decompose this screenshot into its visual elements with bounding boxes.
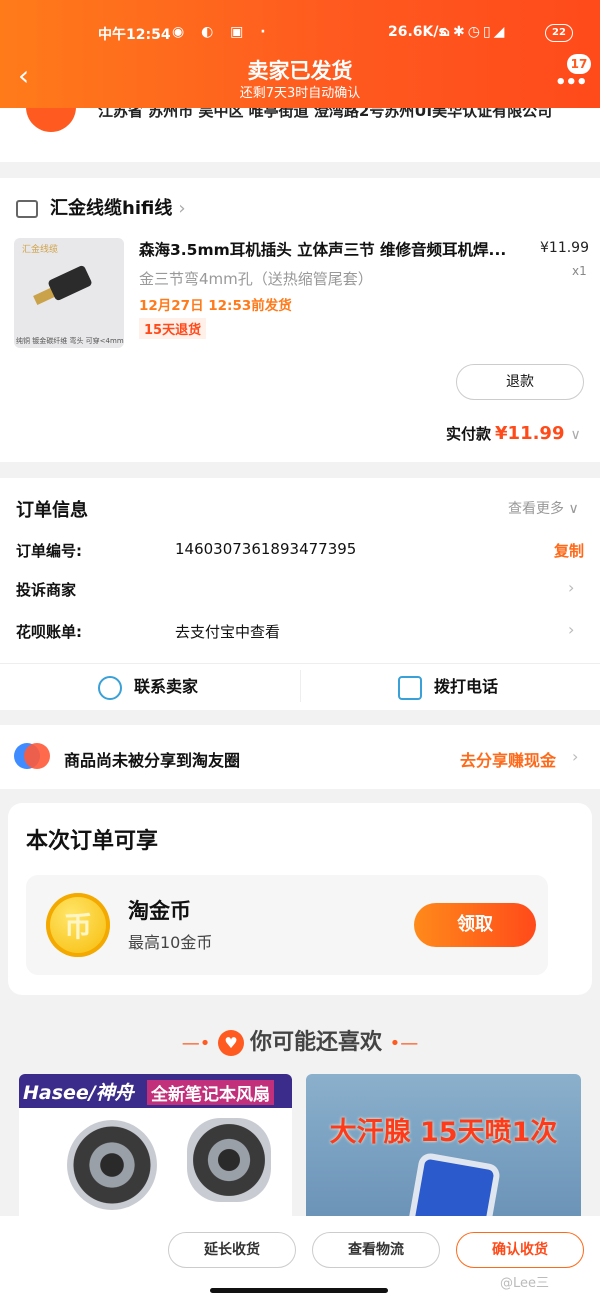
- view-more-button[interactable]: 查看更多 ∨: [508, 498, 579, 518]
- benefit-title: 本次订单可享: [26, 829, 159, 854]
- gold-coin-icon: 币: [46, 893, 110, 957]
- return-policy-tag: 15天退货: [139, 318, 207, 339]
- battery-icon: 22: [545, 24, 573, 42]
- chevron-down-icon: ∨: [570, 427, 581, 443]
- taoyouquan-icon: [14, 741, 50, 771]
- page-title: 卖家已发货: [247, 59, 353, 83]
- reward-name: 淘金币: [128, 899, 191, 923]
- product-quantity: x1: [572, 264, 587, 278]
- watermark: @Lee三: [500, 1276, 550, 1291]
- share-status: 商品尚未被分享到淘友圈: [64, 751, 241, 770]
- order-header: 中午12:54 ◉ ◐ ▣ · 26.6K/s ⌂✱◷▯◢ 22 ‹ 卖家已发货…: [0, 0, 600, 108]
- order-number: 1460307361893477395: [175, 540, 357, 558]
- item-brand: Hasee/神舟: [23, 1082, 134, 1104]
- call-phone-button[interactable]: 拨打电话: [398, 670, 498, 704]
- item-tag: 全新笔记本风扇: [147, 1080, 274, 1105]
- status-system-icons: ⌂✱◷▯◢: [440, 24, 508, 40]
- complain-seller-link[interactable]: 投诉商家: [16, 579, 76, 600]
- chevron-right-icon: ›: [568, 620, 575, 639]
- contact-seller-button[interactable]: 联系卖家: [98, 670, 198, 704]
- huabei-bill-value[interactable]: 去支付宝中查看: [175, 621, 280, 642]
- coin-symbol: 币: [63, 910, 92, 943]
- more-options-icon[interactable]: •••: [555, 72, 588, 93]
- view-more-label: 查看更多: [508, 501, 564, 517]
- phone-icon: [398, 675, 422, 700]
- copy-button[interactable]: 复制: [554, 540, 584, 561]
- fan-image: [67, 1120, 157, 1210]
- item-headline: 大汗腺 15天喷1次: [329, 1117, 558, 1148]
- decor-dash: —•: [181, 1033, 211, 1054]
- huabei-bill-label: 花呗账单:: [16, 623, 82, 641]
- divider: [300, 670, 301, 702]
- taojinbi-reward: 币 淘金币 最高10金币 领取: [26, 875, 548, 975]
- recommend-title: 你可能还喜欢: [249, 1030, 382, 1055]
- shop-name: 汇金线缆hifi线: [50, 198, 173, 219]
- divider: [0, 663, 600, 664]
- paid-amount-row[interactable]: 实付款 ¥11.99 ∨: [446, 423, 581, 444]
- product-name[interactable]: 森海3.5mm耳机插头 立体声三节 维修音频耳机焊...: [139, 238, 531, 260]
- shop-icon: [16, 200, 38, 218]
- paid-label: 实付款: [446, 425, 492, 443]
- chevron-right-icon: ›: [572, 747, 579, 766]
- share-card[interactable]: 商品尚未被分享到淘友圈 去分享赚现金 ›: [0, 725, 600, 789]
- status-notification-icons: ◉ ◐ ▣ ·: [172, 24, 272, 40]
- status-network-speed: 26.6K/s: [388, 24, 447, 40]
- product-card: 汇金线缆hifi线 › 汇金线缆 纯铜 镀金碳纤维 弯头 可穿<4mm 森海3.5…: [0, 178, 600, 462]
- status-time: 中午12:54: [98, 27, 171, 43]
- chevron-right-icon: ›: [568, 578, 575, 597]
- order-benefit-card: 本次订单可享 币 淘金币 最高10金币 领取: [8, 803, 592, 995]
- chevron-down-icon: ∨: [568, 501, 579, 517]
- ship-deadline: 12月27日 12:53前发货: [139, 298, 292, 314]
- address-card[interactable]: 江苏省 苏州市 吴中区 唯亭街道 澄湾路2号苏州UI美华认证有限公司: [0, 92, 600, 162]
- decor-dash: •—: [389, 1033, 419, 1054]
- product-image: [411, 1158, 495, 1224]
- heart-icon: ♥: [217, 1030, 244, 1056]
- claim-button[interactable]: 领取: [414, 903, 536, 947]
- product-spec: 金三节弯4mm孔（送热缩管尾套）: [139, 270, 373, 288]
- shop-link[interactable]: 汇金线缆hifi线 ›: [16, 194, 186, 220]
- recommend-item[interactable]: Hasee/神舟 全新笔记本风扇: [19, 1074, 292, 1224]
- chat-icon: [98, 675, 122, 700]
- extend-receipt-button[interactable]: 延长收货: [168, 1232, 296, 1268]
- confirm-receipt-button[interactable]: 确认收货: [456, 1232, 584, 1268]
- plug-body: [47, 264, 93, 302]
- order-number-label: 订单编号:: [16, 542, 82, 560]
- order-info-title: 订单信息: [16, 500, 88, 521]
- recommend-heading: —• ♥ 你可能还喜欢 •—: [0, 1024, 600, 1056]
- bottom-action-bar: 延长收货 查看物流 确认收货 @Lee三: [0, 1216, 600, 1300]
- fan-image: [187, 1118, 271, 1202]
- order-info-card: 订单信息 查看更多 ∨ 订单编号: 1460307361893477395 复制…: [0, 478, 600, 710]
- contact-seller-label: 联系卖家: [134, 677, 199, 696]
- product-thumbnail[interactable]: 汇金线缆 纯铜 镀金碳纤维 弯头 可穿<4mm: [14, 238, 124, 348]
- view-logistics-button[interactable]: 查看物流: [312, 1232, 440, 1268]
- refund-button[interactable]: 退款: [456, 364, 584, 400]
- recommend-item[interactable]: 大汗腺 15天喷1次: [306, 1074, 581, 1224]
- status-bar: 中午12:54 ◉ ◐ ▣ · 26.6K/s ⌂✱◷▯◢ 22: [0, 22, 600, 46]
- reward-desc: 最高10金币: [128, 933, 213, 952]
- share-earn-button[interactable]: 去分享赚现金: [460, 747, 556, 771]
- chevron-right-icon: ›: [178, 198, 186, 219]
- thumb-brand: 汇金线缆: [22, 245, 59, 255]
- auto-confirm-countdown: 还剩7天3时自动确认: [239, 86, 361, 101]
- call-phone-label: 拨打电话: [434, 677, 499, 696]
- thumb-caption: 纯铜 镀金碳纤维 弯头 可穿<4mm: [16, 337, 124, 345]
- home-indicator[interactable]: [210, 1288, 388, 1293]
- message-badge: 17: [567, 54, 591, 74]
- product-price: ¥11.99: [540, 240, 589, 256]
- paid-amount: ¥11.99: [495, 423, 565, 444]
